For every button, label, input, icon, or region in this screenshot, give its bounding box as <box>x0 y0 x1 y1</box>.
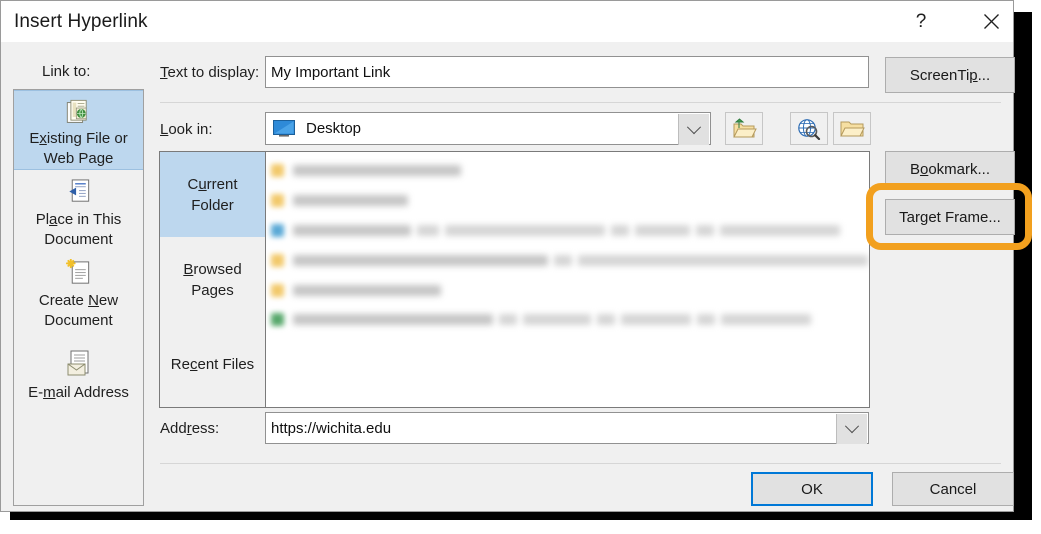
browse-tab-recent-files[interactable]: Recent Files <box>160 322 265 407</box>
screentip-button-label: ScreenTip... <box>909 66 991 84</box>
question-mark-icon: ? <box>915 10 927 32</box>
chevron-down-icon <box>844 419 860 434</box>
browse-for-file-button[interactable] <box>833 112 871 145</box>
file-name-redacted <box>597 314 615 325</box>
file-name-redacted <box>523 314 591 325</box>
file-list-row[interactable] <box>266 278 447 303</box>
title-bar: Insert Hyperlink ? <box>1 1 1013 42</box>
section-divider-bottom <box>160 463 1001 464</box>
file-icon <box>271 194 284 207</box>
file-name-redacted <box>293 225 411 236</box>
file-list-row[interactable] <box>266 248 869 273</box>
close-button[interactable] <box>968 1 1014 42</box>
up-one-folder-button[interactable] <box>725 112 763 145</box>
file-icon <box>271 224 284 237</box>
link-to-panel: Existing File or Web Page Place in This … <box>13 89 144 506</box>
cancel-button-label: Cancel <box>929 480 977 498</box>
up-one-folder-icon <box>733 117 757 137</box>
sidebar-item-label: Create New Document <box>38 292 119 329</box>
ok-button-label: OK <box>801 480 823 498</box>
file-name-redacted <box>293 195 408 206</box>
email-address-icon <box>67 350 88 376</box>
file-name-redacted <box>696 225 714 236</box>
look-in-dropdown-button[interactable] <box>678 114 709 145</box>
file-name-redacted <box>721 314 811 325</box>
file-name-redacted <box>720 225 840 236</box>
file-name-redacted <box>417 225 439 236</box>
file-icon <box>271 254 284 267</box>
file-icon <box>271 284 284 297</box>
address-dropdown-button[interactable] <box>836 414 867 444</box>
look-in-value: Desktop <box>306 120 362 137</box>
screentip-button[interactable]: ScreenTip... <box>885 57 1015 93</box>
sidebar-item-label: E-mail Address <box>28 384 129 401</box>
file-name-redacted <box>293 255 548 266</box>
file-name-redacted <box>293 314 493 325</box>
browse-tab-label: Recent Files <box>170 356 255 373</box>
address-value: https://wichita.edu <box>271 419 392 437</box>
browse-the-web-button[interactable] <box>790 112 828 145</box>
file-browser: Current Folder Browsed Pages Recent Files <box>159 151 870 408</box>
text-to-display-label: Text to display: <box>160 64 260 81</box>
place-in-document-icon <box>68 179 89 202</box>
section-divider-top <box>160 102 1001 103</box>
sidebar-item-label: Place in This Document <box>35 211 122 248</box>
file-name-redacted <box>578 255 868 266</box>
file-list-row[interactable] <box>266 158 467 183</box>
look-in-label: Look in: <box>160 121 213 138</box>
link-to-label: Link to: <box>42 63 91 80</box>
file-name-redacted <box>554 255 572 266</box>
file-name-redacted <box>293 285 441 296</box>
help-button[interactable]: ? <box>898 1 944 42</box>
sidebar-item-email-address[interactable]: E-mail Address <box>14 340 143 420</box>
chevron-down-icon <box>686 119 702 134</box>
file-name-redacted <box>611 225 629 236</box>
address-input[interactable]: https://wichita.edu <box>265 412 869 444</box>
target-frame-button-label: Target Frame... <box>899 208 1001 226</box>
look-in-combobox[interactable]: Desktop <box>265 112 711 145</box>
page-title: Insert Hyperlink <box>14 11 148 32</box>
insert-hyperlink-dialog: Insert Hyperlink ? Link to: Existing Fil… <box>0 0 1015 512</box>
close-icon <box>983 14 999 29</box>
create-new-document-icon <box>65 259 89 284</box>
sidebar-item-label: Existing File or Web Page <box>29 130 128 167</box>
browse-for-file-icon <box>840 121 865 136</box>
file-name-redacted <box>293 165 461 176</box>
existing-file-web-page-icon <box>66 99 87 123</box>
sidebar-item-existing-file-or-web-page[interactable]: Existing File or Web Page <box>14 90 143 170</box>
browse-tab-current-folder[interactable]: Current Folder <box>160 152 265 237</box>
browse-tab-label: Browsed Pages <box>183 260 242 299</box>
bookmark-button[interactable]: Bookmark... <box>885 151 1015 187</box>
file-name-redacted <box>445 225 605 236</box>
file-name-redacted <box>499 314 517 325</box>
monitor-icon <box>273 120 295 137</box>
file-icon <box>271 164 284 177</box>
bookmark-button-label: Bookmark... <box>909 160 991 178</box>
ok-button[interactable]: OK <box>751 472 873 506</box>
file-name-redacted <box>621 314 691 325</box>
address-label: Address: <box>160 420 220 437</box>
text-to-display-value: My Important Link <box>271 63 391 81</box>
browse-tabs: Current Folder Browsed Pages Recent Files <box>160 152 266 407</box>
browse-tab-label: Current Folder <box>187 175 238 214</box>
sidebar-item-place-in-this-document[interactable]: Place in This Document <box>14 170 143 250</box>
sidebar-item-create-new-document[interactable]: Create New Document <box>14 251 143 331</box>
file-list-row[interactable] <box>266 307 817 332</box>
text-to-display-input[interactable]: My Important Link <box>265 56 869 88</box>
browse-the-web-icon <box>798 118 821 140</box>
browse-tab-browsed-pages[interactable]: Browsed Pages <box>160 237 265 322</box>
file-name-redacted <box>697 314 715 325</box>
target-frame-button[interactable]: Target Frame... <box>885 199 1015 235</box>
file-list[interactable] <box>266 152 869 407</box>
cancel-button[interactable]: Cancel <box>892 472 1014 506</box>
file-list-row[interactable] <box>266 218 846 243</box>
file-name-redacted <box>635 225 690 236</box>
file-list-row[interactable] <box>266 188 414 213</box>
file-icon <box>271 313 284 326</box>
